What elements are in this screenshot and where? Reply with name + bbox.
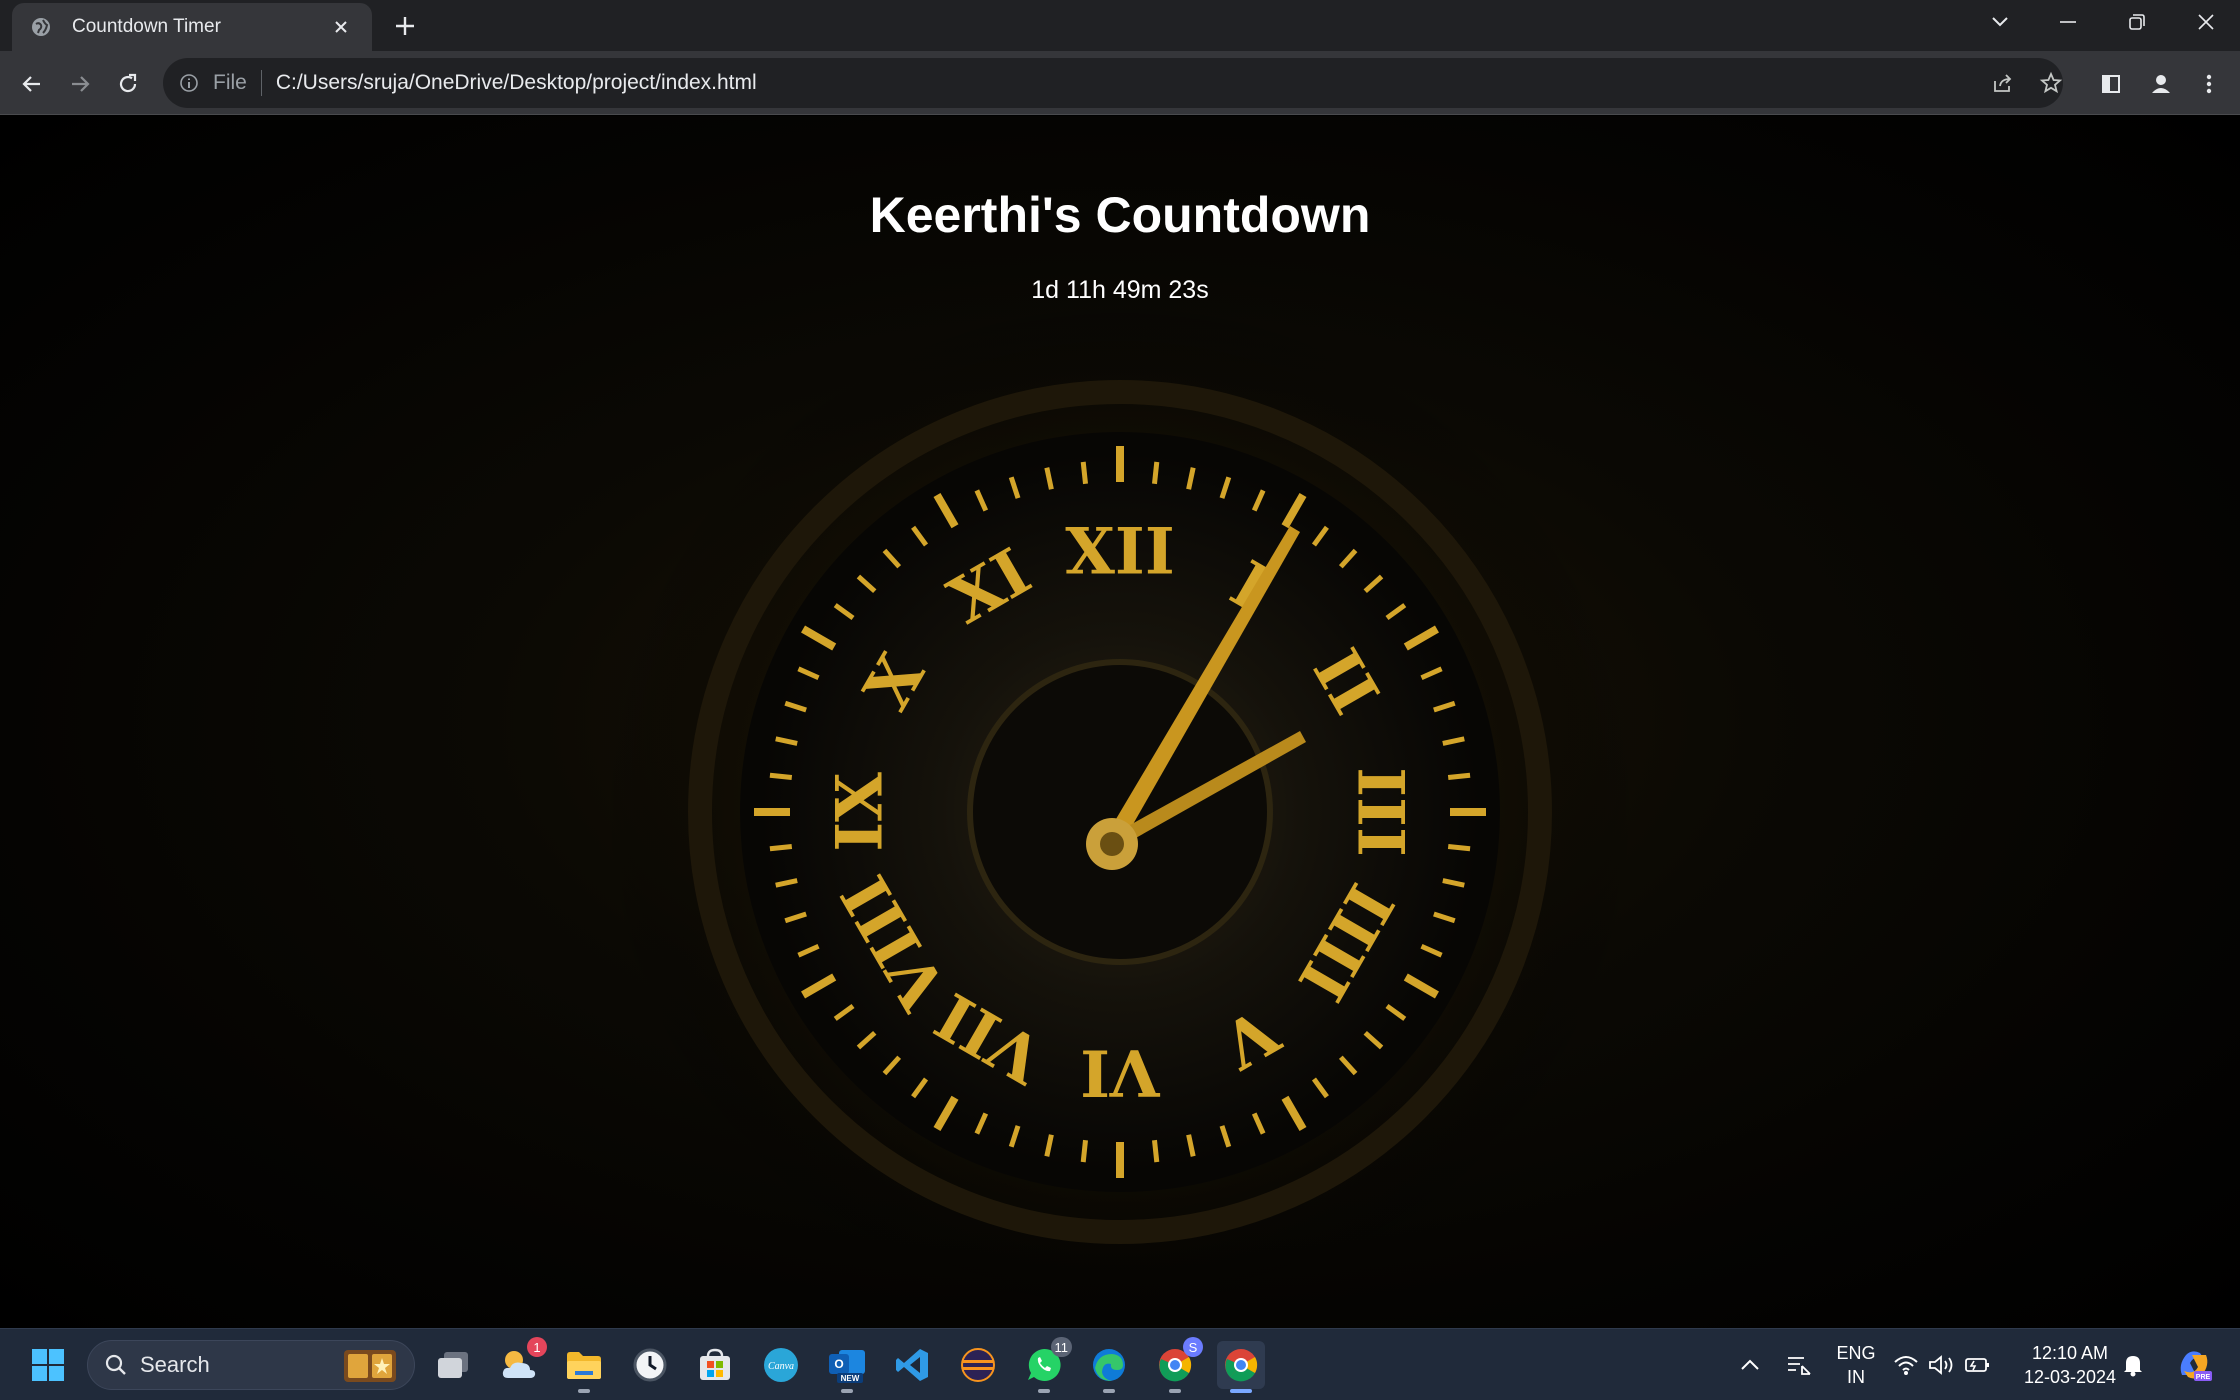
outlook-icon[interactable]: O NEW: [823, 1341, 871, 1393]
weather-badge: 1: [527, 1337, 547, 1357]
clock-tick: [769, 844, 793, 852]
clock-tick: [1152, 1139, 1160, 1163]
forward-button[interactable]: [63, 67, 97, 101]
folder-icon[interactable]: [560, 1341, 608, 1393]
task-view-icon[interactable]: [429, 1341, 477, 1389]
clock-app-icon[interactable]: [626, 1341, 674, 1389]
profile-icon[interactable]: [2144, 67, 2178, 101]
copilot-icon[interactable]: PRE: [2170, 1341, 2218, 1389]
address-separator: [260, 70, 262, 96]
whatsapp-icon[interactable]: 11: [1020, 1337, 1072, 1393]
browser-tab[interactable]: Countdown Timer: [12, 3, 372, 51]
svg-text:PRE: PRE: [2196, 1374, 2211, 1381]
whatsapp-badge: 11: [1050, 1337, 1072, 1357]
reload-button[interactable]: [111, 67, 145, 101]
chevron-up-icon[interactable]: [1726, 1341, 1774, 1389]
edge-icon[interactable]: [1085, 1341, 1133, 1393]
windows-logo-icon: [32, 1349, 64, 1381]
profile-badge: S: [1183, 1337, 1203, 1357]
windows-taskbar: Search 1 Canva O NEW 11 S ENG IN 12:10 A…: [0, 1328, 2240, 1400]
language-code: ENG: [1836, 1343, 1876, 1363]
start-button[interactable]: [24, 1341, 72, 1389]
notification-list-icon[interactable]: [1775, 1341, 1823, 1389]
globe-icon: [30, 16, 52, 38]
active-indicator: [1230, 1389, 1252, 1393]
address-url[interactable]: C:/Users/sruja/OneDrive/Desktop/project/…: [276, 71, 757, 95]
search-icon: [105, 1354, 126, 1375]
running-indicator: [1038, 1389, 1050, 1393]
page-viewport: XII I II III IIII V VI VII VIII IX X XI Keerthi's C…: [0, 116, 2240, 1328]
page-title: Keerthi's Countdown: [869, 187, 1371, 243]
canva-icon[interactable]: Canva: [757, 1341, 805, 1389]
weather-icon[interactable]: 1: [495, 1337, 547, 1389]
clock-tick: [1447, 844, 1471, 852]
svg-text:Canva: Canva: [768, 1361, 794, 1372]
search-highlight-icon: [344, 1350, 396, 1382]
back-button[interactable]: [15, 67, 49, 101]
clock-numeral: IX: [823, 772, 898, 852]
clock-tick: [769, 772, 793, 780]
volume-icon[interactable]: [1924, 1341, 1960, 1389]
svg-text:O: O: [834, 1357, 843, 1371]
running-indicator: [1169, 1389, 1181, 1393]
clock-numeral: XII: [1065, 515, 1175, 590]
store-icon[interactable]: [691, 1341, 739, 1389]
system-time: 12:10 AM: [2031, 1343, 2109, 1363]
language-indicator[interactable]: ENG IN: [1826, 1341, 1886, 1389]
clock-date[interactable]: 12:10 AM 12-03-2024: [2010, 1341, 2130, 1389]
bookmark-star-icon[interactable]: [2035, 67, 2067, 99]
browser-title-bar: Countdown Timer: [0, 0, 2240, 51]
clock-tick: [1152, 461, 1160, 485]
clock-numeral: VI: [1080, 1035, 1161, 1110]
running-indicator: [1103, 1389, 1115, 1393]
vscode-icon[interactable]: [888, 1341, 936, 1389]
restore-button[interactable]: [2103, 0, 2171, 44]
chrome-icon[interactable]: [1217, 1341, 1265, 1393]
clock-tick: [1080, 1139, 1088, 1163]
address-scheme: File: [213, 71, 247, 94]
running-indicator: [841, 1389, 853, 1393]
browser-toolbar: File C:/Users/sruja/OneDrive/Desktop/pro…: [0, 51, 2240, 115]
address-bar[interactable]: File C:/Users/sruja/OneDrive/Desktop/pro…: [163, 58, 2063, 108]
eclipse-icon[interactable]: [954, 1341, 1002, 1389]
wifi-icon[interactable]: [1888, 1341, 1924, 1389]
running-indicator: [578, 1389, 590, 1393]
clock-tick: [1080, 461, 1088, 485]
side-panel-icon[interactable]: [2094, 67, 2128, 101]
share-icon[interactable]: [1987, 67, 2019, 99]
system-date: 12-03-2024: [2023, 1367, 2117, 1387]
countdown-timer: 1d 11h 49m 23s: [1031, 276, 1209, 304]
tab-search-icon[interactable]: [1966, 0, 2034, 44]
battery-icon[interactable]: [1960, 1341, 1996, 1389]
taskbar-search[interactable]: Search: [87, 1340, 415, 1390]
info-icon[interactable]: [177, 71, 201, 95]
clock-tick: [1447, 772, 1471, 780]
bell-icon[interactable]: [2115, 1341, 2151, 1389]
chrome-profile-icon[interactable]: S: [1151, 1337, 1203, 1393]
svg-text:NEW: NEW: [841, 1374, 860, 1383]
clock-numeral: III: [1343, 767, 1418, 857]
close-window-button[interactable]: [2172, 0, 2240, 44]
new-tab-button[interactable]: [390, 11, 420, 41]
close-tab-icon[interactable]: [328, 14, 354, 40]
region-code: IN: [1847, 1367, 1865, 1387]
search-label: Search: [140, 1352, 210, 1377]
tab-title: Countdown Timer: [72, 16, 221, 37]
minimize-button[interactable]: [2034, 0, 2102, 44]
menu-icon[interactable]: [2192, 67, 2226, 101]
